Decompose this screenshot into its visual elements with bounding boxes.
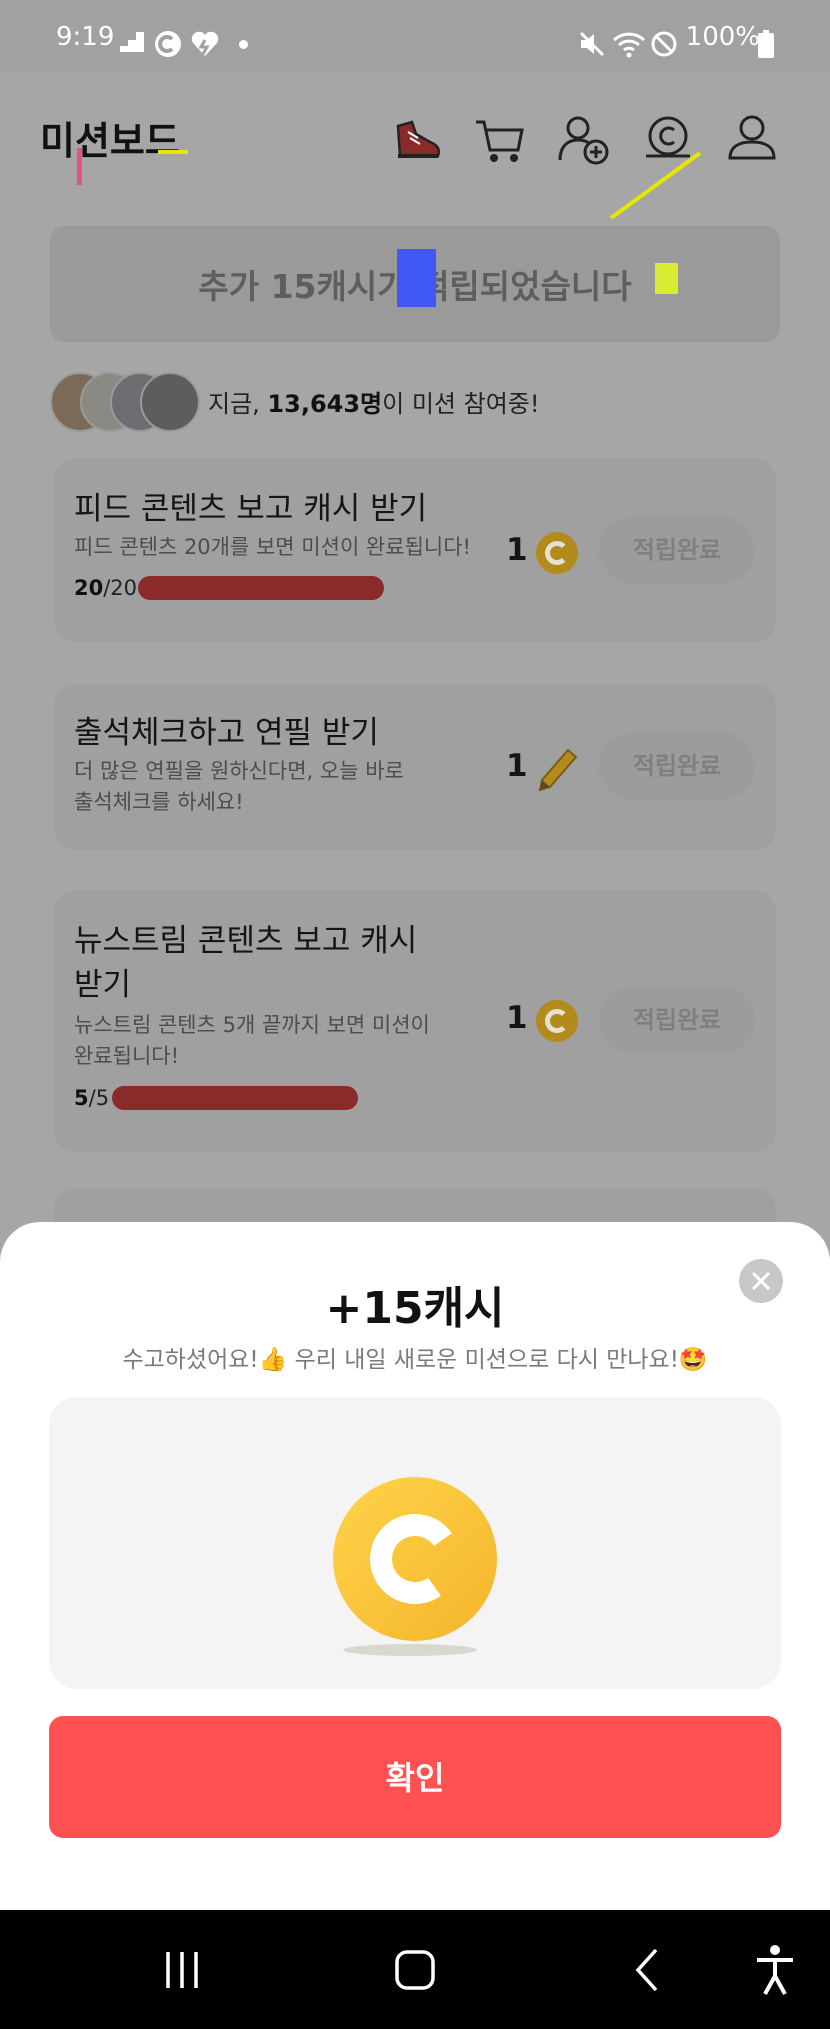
participant-prefix: 지금,: [208, 390, 268, 418]
c-notification-icon: [154, 30, 182, 58]
mission-desc: 피드 콘텐츠 20개를 보면 미션이 완료됩니다!: [74, 535, 471, 559]
mission-desc-line: 출석체크를 하세요!: [74, 790, 244, 814]
star-eyes-emoji: 🤩: [678, 1347, 708, 1373]
subtitle-part: 수고하셨어요!: [122, 1347, 259, 1373]
battery-icon: [758, 30, 774, 58]
cash-coin-icon: [333, 1477, 497, 1641]
progress-total: /5: [88, 1086, 110, 1110]
home-icon[interactable]: [385, 1940, 445, 2004]
reward-subtitle: 수고하셨어요!👍 우리 내일 새로운 미션으로 다시 만나요!🤩: [0, 1340, 830, 1374]
mission-desc-line: 더 많은 연필을 원하신다면, 오늘 바로: [74, 759, 404, 783]
battery-percent: 100%: [685, 22, 760, 52]
wifi-icon: [612, 30, 646, 58]
mission-desc-line: 완료됩니다!: [74, 1044, 180, 1068]
mission-progress: 20/20: [74, 576, 137, 600]
coin-icon: [536, 1000, 578, 1042]
progress-bar: [138, 576, 384, 600]
cart-icon[interactable]: [472, 112, 528, 168]
yellow-annotation-line: [608, 150, 718, 222]
pink-marker: [77, 148, 82, 185]
navigation-bar: [0, 1910, 830, 2029]
mission-title-line: 받기: [74, 967, 132, 1003]
mission-card[interactable]: 뉴스트림 콘텐츠 보고 캐시 받기 뉴스트림 콘텐츠 5개 끝까지 보면 미션이…: [54, 890, 776, 1152]
earned-button[interactable]: 적립완료: [599, 986, 755, 1054]
progress-done: 5: [74, 1086, 89, 1110]
participant-count: 13,643명: [267, 390, 383, 418]
status-time: 9:19: [56, 22, 115, 52]
mission-title-line: 뉴스트림 콘텐츠 보고 캐시: [74, 923, 418, 959]
subtitle-part: 우리 내일 새로운 미션으로 다시 만나요!: [287, 1347, 679, 1373]
mission-card[interactable]: 피드 콘텐츠 보고 캐시 받기 피드 콘텐츠 20개를 보면 미션이 완료됩니다…: [54, 458, 776, 642]
progress-bar: [112, 1086, 358, 1110]
stack-icon: [120, 30, 144, 52]
back-icon[interactable]: [620, 1940, 680, 2004]
blue-marker: [397, 249, 436, 307]
participant-suffix: 이 미션 참여중!: [382, 390, 540, 418]
reward-count: 1: [506, 1000, 528, 1036]
status-bar: 9:19 100%: [0, 0, 830, 73]
thumbs-up-emoji: 👍: [258, 1347, 288, 1373]
add-friend-icon[interactable]: [556, 112, 612, 168]
accessibility-icon[interactable]: [745, 1940, 805, 2004]
confirm-button[interactable]: 확인: [49, 1716, 781, 1838]
mission-card[interactable]: 출석체크하고 연필 받기 더 많은 연필을 원하신다면, 오늘 바로 출석체크를…: [54, 684, 776, 850]
mission-title: 피드 콘텐츠 보고 캐시 받기: [74, 491, 428, 527]
yellow-marker: [158, 150, 188, 154]
mission-progress: 5/5: [74, 1086, 109, 1110]
page-title: 미션보드: [40, 119, 180, 163]
shoe-icon[interactable]: [390, 112, 446, 168]
pencil-icon: [534, 742, 582, 792]
coin-shadow: [343, 1644, 477, 1656]
reward-count: 1: [506, 748, 528, 784]
progress-done: 20: [74, 576, 104, 600]
lime-marker: [655, 263, 678, 294]
mute-icon: [578, 30, 606, 58]
earned-button[interactable]: 적립완료: [599, 732, 755, 800]
reward-count: 1: [506, 532, 528, 568]
earned-button[interactable]: 적립완료: [599, 516, 755, 584]
participant-count-text: 지금, 13,643명이 미션 참여중!: [208, 384, 539, 419]
profile-icon[interactable]: [724, 112, 780, 168]
avatar: [140, 372, 200, 432]
progress-total: /20: [103, 576, 138, 600]
recent-apps-icon[interactable]: [152, 1940, 212, 2004]
heart-notification-icon: [190, 30, 220, 58]
dot-icon: [239, 40, 248, 49]
coin-icon: [536, 532, 578, 574]
participant-avatars: [50, 372, 200, 432]
mission-title: 출석체크하고 연필 받기: [74, 715, 379, 751]
mission-desc-line: 뉴스트림 콘텐츠 5개 끝까지 보면 미션이: [74, 1013, 430, 1037]
reward-title: +15캐시: [325, 1283, 505, 1334]
dnd-icon: [650, 30, 678, 58]
